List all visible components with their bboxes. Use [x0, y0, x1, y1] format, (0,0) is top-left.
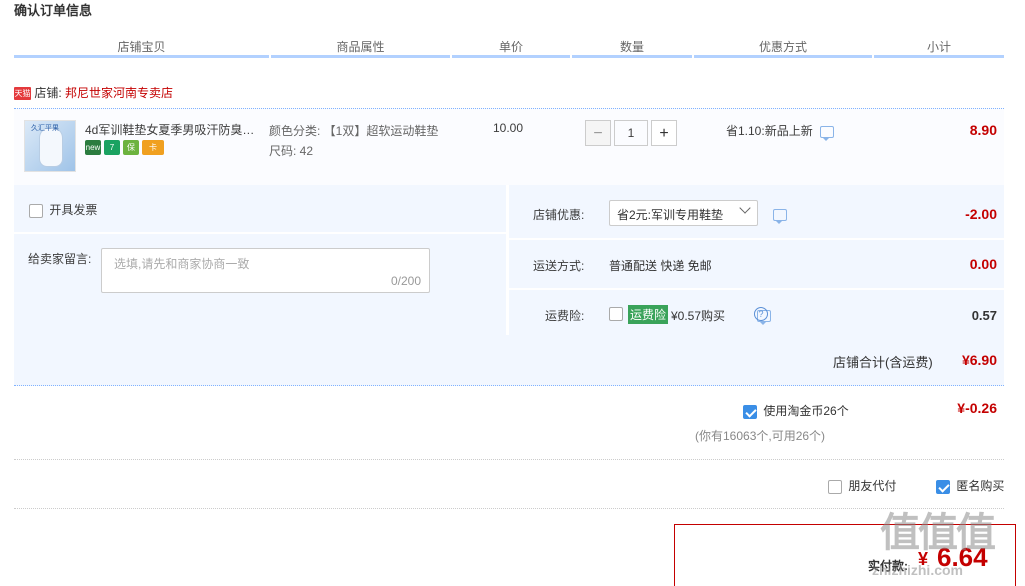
insurance-value: 0.57 [971, 308, 997, 323]
item-discount-text: 省1.10:新品上新 [726, 124, 813, 138]
col-underline [694, 55, 872, 58]
item-discount: 省1.10:新品上新 [726, 122, 835, 141]
item-subtotal: 8.90 [969, 122, 997, 138]
insurance-desc: ¥0.57购买 [671, 309, 726, 323]
col-header-shop-item: 店铺宝贝 [117, 40, 166, 54]
shop-name-link[interactable]: 邦尼世家河南专卖店 [65, 86, 173, 100]
shop-total-value: ¥6.90 [961, 352, 997, 368]
col-header-quantity: 数量 [619, 40, 644, 54]
col-underline [452, 55, 570, 58]
product-badges: new 7 保卡 [85, 140, 167, 156]
page-title: 确认订单信息 [14, 3, 93, 18]
chat-icon[interactable] [820, 125, 835, 141]
insurance-tag: 运费险 [628, 305, 669, 324]
shop-label: 店铺: [34, 86, 62, 100]
insurance-label: 运费险: [545, 309, 585, 323]
message-placeholder: 选填,请先和商家协商一致 [114, 257, 250, 271]
invoice-label: 开具发票 [49, 203, 98, 217]
friend-pay-option[interactable]: 朋友代付 [828, 477, 896, 494]
product-color-attr: 颜色分类: 【1双】超软运动鞋垫 [269, 124, 439, 138]
product-title-link[interactable]: 4d军训鞋垫女夏季男吸汗防臭透气 [85, 121, 260, 138]
col-header-discount: 优惠方式 [758, 40, 807, 54]
col-header-attributes: 商品属性 [336, 40, 385, 54]
coins-checkbox[interactable] [743, 404, 757, 419]
tmall-icon: 天猫 [14, 87, 31, 101]
shop-discount-value: -2.00 [965, 206, 997, 222]
thumb-brand-text: 久汇平果 [31, 125, 59, 132]
panel-divider [14, 232, 506, 234]
shop-discount-select[interactable]: 省2元:军训专用鞋垫 [609, 200, 758, 226]
anonymous-label: 匿名购买 [956, 479, 1005, 493]
chat-icon[interactable] [773, 208, 787, 224]
panel-divider [509, 288, 1004, 290]
new-badge-icon[interactable]: new [85, 140, 101, 156]
qty-plus-button[interactable]: + [651, 120, 677, 146]
divider [14, 459, 1004, 461]
col-underline [572, 55, 692, 58]
col-underline [271, 55, 450, 58]
quantity-stepper: −1 + [585, 120, 677, 146]
col-header-unit-price: 单价 [498, 40, 523, 54]
guarantee-icon[interactable]: 保 [123, 140, 139, 156]
shipping-label: 运送方式: [533, 259, 585, 273]
message-counter: 0/200 [390, 274, 421, 288]
product-size-attr: 尺码: 42 [269, 144, 314, 158]
shipping-method: 普通配送 快递 免邮 [609, 259, 712, 273]
chevron-down-icon [739, 202, 751, 214]
coins-label: 使用淘金币26个 [763, 404, 849, 418]
shop-total-label: 店铺合计(含运费) [833, 355, 933, 370]
friend-pay-label: 朋友代付 [848, 479, 897, 493]
invoice-checkbox[interactable] [29, 203, 43, 218]
col-underline [874, 55, 1004, 58]
watermark-logo: 值值值 [880, 511, 996, 555]
seller-message-textarea[interactable]: 选填,请先和商家协商一致 0/200 [101, 248, 430, 293]
friend-pay-checkbox[interactable] [828, 479, 842, 494]
coins-option[interactable]: 使用淘金币26个 [743, 402, 849, 419]
unit-price: 10.00 [493, 121, 524, 135]
insole-image-icon [39, 127, 63, 167]
product-thumbnail[interactable]: 久汇平果 [24, 120, 76, 172]
card-payment-icon[interactable]: 卡 [142, 140, 164, 156]
divider [14, 508, 1004, 510]
panel-divider [509, 238, 1004, 240]
anonymous-checkbox[interactable] [936, 479, 950, 494]
watermark-url: zhizhizhi.com [872, 562, 963, 578]
message-label: 给卖家留言: [28, 252, 92, 266]
qty-input[interactable]: 1 [614, 120, 648, 146]
anonymous-option[interactable]: 匿名购买 [936, 477, 1004, 494]
col-underline [14, 55, 269, 58]
coins-value: ¥-0.26 [957, 400, 997, 416]
shipping-cost: 0.00 [969, 256, 997, 272]
help-icon[interactable]: ? [754, 307, 768, 321]
shop-discount-label: 店铺优惠: [533, 208, 585, 222]
shop-discount-selected: 省2元:军训专用鞋垫 [617, 208, 724, 222]
qty-minus-button[interactable]: − [585, 120, 611, 146]
insurance-checkbox[interactable] [609, 307, 623, 321]
seven-day-return-icon[interactable]: 7 [104, 140, 120, 156]
col-header-subtotal: 小计 [926, 40, 951, 54]
invoice-option[interactable]: 开具发票 [29, 201, 97, 218]
shop-row: 天猫 店铺: 邦尼世家河南专卖店 [14, 84, 173, 101]
coins-note: (你有16063个,可用26个) [695, 429, 826, 443]
